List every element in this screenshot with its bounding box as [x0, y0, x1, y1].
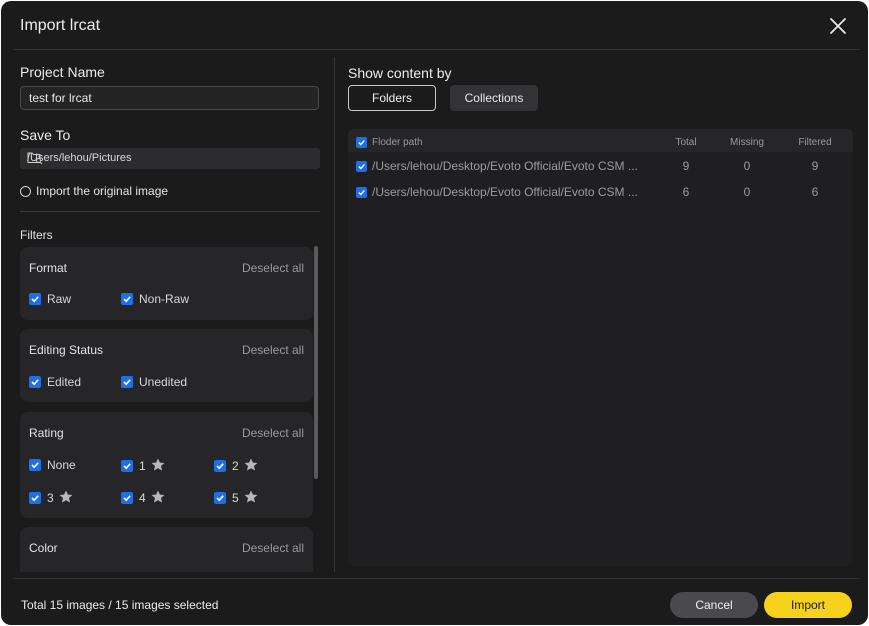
rating-title: Rating [29, 426, 64, 440]
format-deselect-all[interactable]: Deselect all [242, 261, 304, 275]
checkbox-rating-1[interactable]: 1 [121, 458, 165, 474]
checkbox-edited[interactable]: Edited [29, 375, 81, 389]
row-checkbox[interactable]: /Users/lehou/Desktop/Evoto Official/Evot… [356, 159, 638, 173]
checkmark-icon [214, 460, 226, 472]
footer-divider [13, 578, 860, 579]
column-header-path: Floder path [372, 137, 423, 148]
checkmark-icon [121, 293, 133, 305]
star-icon [151, 458, 165, 474]
checkbox-label: 2 [232, 459, 239, 473]
checkmark-icon [356, 137, 367, 148]
filters-scrollbar[interactable] [314, 246, 318, 479]
tab-collections[interactable]: Collections [450, 85, 538, 111]
selection-summary: Total 15 images / 15 images selected [21, 598, 219, 612]
checkbox-label: 1 [139, 459, 146, 473]
star-icon [59, 490, 73, 506]
radio-button[interactable] [20, 185, 31, 197]
checkbox-label: Raw [47, 292, 72, 306]
row-path: /Users/lehou/Desktop/Evoto Official/Evot… [372, 159, 638, 173]
checkbox-rating-2[interactable]: 2 [214, 458, 258, 474]
row-filtered: 9 [811, 159, 819, 173]
color-title: Color [29, 541, 58, 555]
checkbox-non-raw[interactable]: Non-Raw [121, 292, 189, 306]
checkmark-icon [121, 460, 133, 472]
header-select-all[interactable]: Floder path [356, 137, 423, 148]
checkbox-rating-4[interactable]: 4 [121, 490, 165, 506]
save-path-field[interactable]: /Users/lehou/Pictures [20, 148, 320, 169]
editing-status-title: Editing Status [29, 343, 104, 357]
star-icon [244, 458, 258, 474]
table-row[interactable]: /Users/lehou/Desktop/Evoto Official/Evot… [348, 152, 853, 178]
color-deselect-all[interactable]: Deselect all [242, 541, 304, 555]
checkbox-unedited[interactable]: Unedited [121, 375, 187, 389]
show-content-label: Show content by [348, 65, 452, 81]
import-original-option[interactable]: Import the original image [20, 184, 168, 198]
checkmark-icon [214, 492, 226, 504]
editing-deselect-all[interactable]: Deselect all [242, 343, 304, 357]
checkmark-icon [121, 376, 133, 388]
table-row[interactable]: /Users/lehou/Desktop/Evoto Official/Evot… [348, 178, 853, 204]
checkbox-label: Non-Raw [139, 292, 190, 306]
import-button[interactable]: Import [764, 592, 852, 618]
table-body-empty [348, 204, 853, 566]
close-icon[interactable] [827, 15, 849, 37]
checkbox-label: 5 [232, 491, 239, 505]
format-title: Format [29, 261, 68, 275]
checkmark-icon [29, 376, 41, 388]
row-path: /Users/lehou/Desktop/Evoto Official/Evot… [372, 185, 638, 199]
checkmark-icon [29, 293, 41, 305]
header-divider [13, 49, 860, 50]
folder-search-icon[interactable] [27, 151, 315, 168]
row-total: 9 [682, 159, 690, 173]
checkbox-rating-3[interactable]: 3 [29, 490, 73, 506]
checkmark-icon [121, 492, 133, 504]
checkmark-icon [356, 186, 367, 198]
folder-table: Floder path Total Missing Filtered /User… [348, 129, 853, 566]
checkbox-label: 4 [139, 491, 146, 505]
rating-filter-card: Rating Deselect all None 1 2 3 4 5 [20, 412, 313, 518]
save-to-label: Save To [20, 127, 71, 143]
checkbox-raw[interactable]: Raw [29, 292, 71, 306]
checkbox-rating-5[interactable]: 5 [214, 490, 258, 506]
checkbox-label: Edited [47, 375, 82, 389]
column-header-filtered: Filtered [798, 137, 832, 148]
checkmark-icon [356, 160, 367, 172]
project-name-input[interactable] [20, 86, 319, 110]
checkbox-rating-none[interactable]: None [29, 458, 76, 472]
row-checkbox[interactable]: /Users/lehou/Desktop/Evoto Official/Evot… [356, 185, 638, 199]
rating-deselect-all[interactable]: Deselect all [242, 426, 304, 440]
checkmark-icon [29, 459, 41, 471]
format-filter-card: Format Deselect all Raw Non-Raw [20, 247, 313, 320]
import-original-label: Import the original image [36, 184, 169, 198]
checkbox-label: Unedited [139, 375, 188, 389]
project-name-label: Project Name [20, 64, 105, 80]
left-divider [20, 211, 320, 212]
star-icon [151, 490, 165, 506]
row-total: 6 [682, 185, 690, 199]
row-missing: 0 [743, 185, 751, 199]
row-missing: 0 [743, 159, 751, 173]
row-filtered: 6 [811, 185, 819, 199]
filters-label: Filters [20, 228, 53, 242]
column-header-missing: Missing [730, 137, 764, 148]
checkbox-label: None [47, 458, 76, 472]
color-filter-card: Color Deselect all [20, 527, 313, 572]
column-divider [334, 57, 335, 572]
column-header-total: Total [675, 137, 697, 148]
dialog-title: Import lrcat [20, 17, 101, 34]
cancel-button[interactable]: Cancel [670, 592, 758, 618]
checkmark-icon [29, 492, 41, 504]
import-dialog: Import lrcat Project Name Save To /Users… [1, 1, 868, 625]
star-icon [244, 490, 258, 506]
tab-folders[interactable]: Folders [348, 85, 436, 111]
checkbox-label: 3 [47, 491, 54, 505]
editing-status-filter-card: Editing Status Deselect all Edited Unedi… [20, 329, 313, 402]
